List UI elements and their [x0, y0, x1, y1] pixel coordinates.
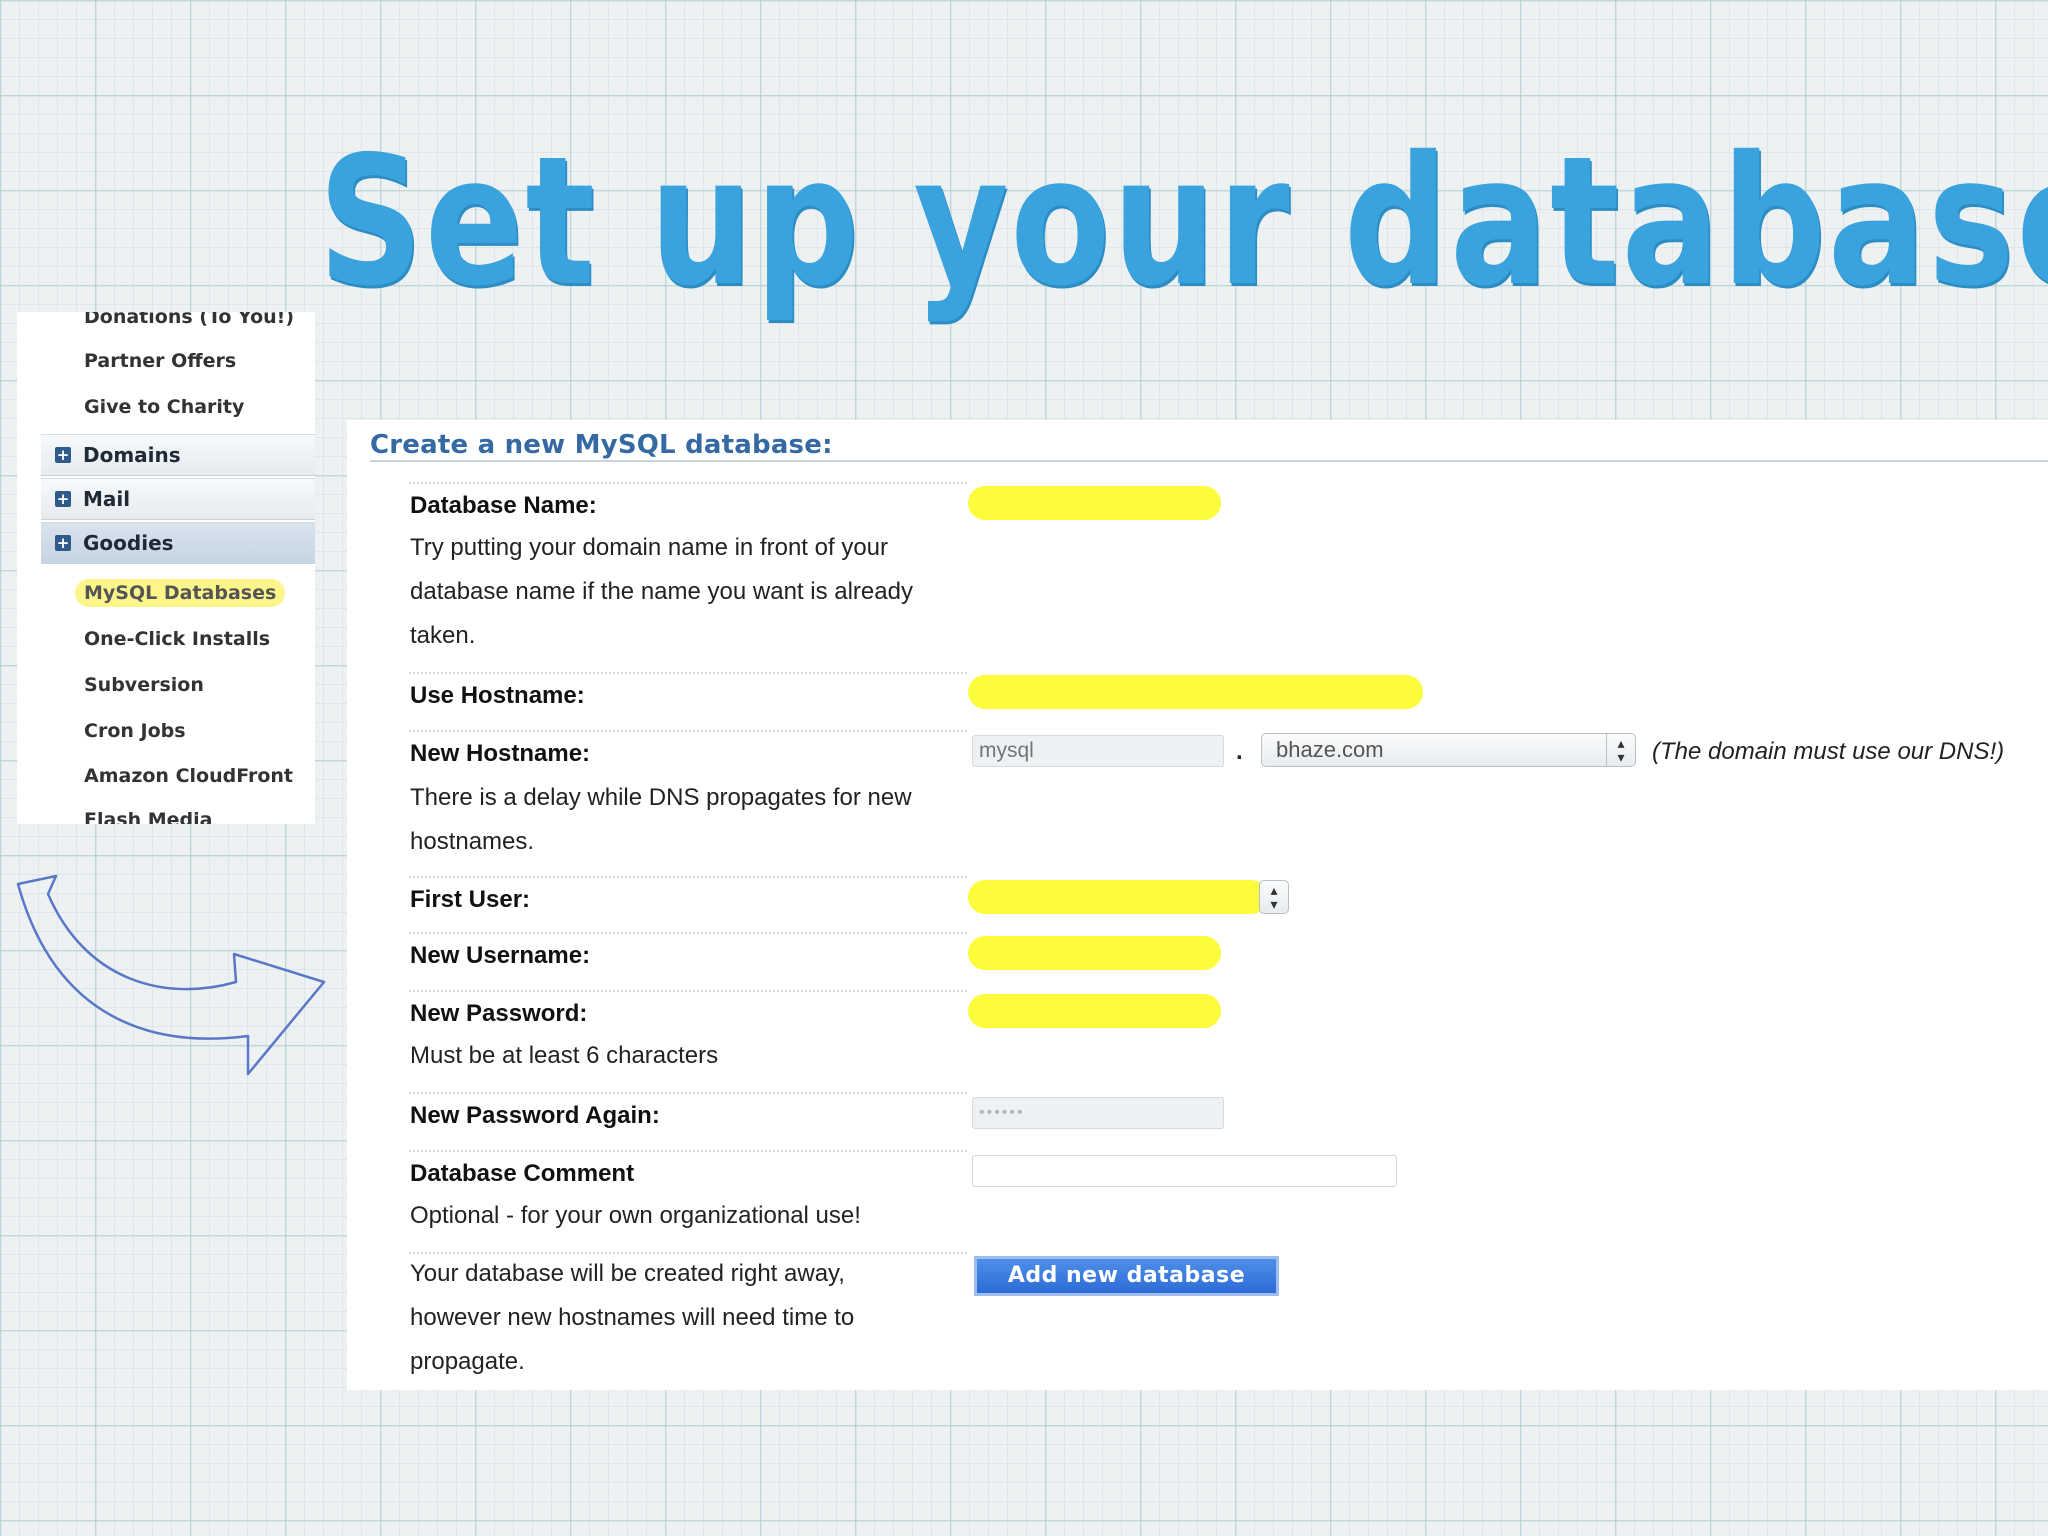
new-username-label: New Username:: [410, 942, 591, 969]
slide-title: Set up your database: [318, 118, 2048, 325]
sidebar-item-flash-media-partial[interactable]: Flash Media: [84, 809, 213, 824]
first-user-select[interactable]: [968, 880, 1268, 914]
domain-select[interactable]: bhaze.com ▴ ▾: [1261, 733, 1636, 767]
database-name-label: Database Name:: [410, 492, 597, 519]
new-password-again-input[interactable]: ••••••: [972, 1097, 1224, 1129]
add-database-button[interactable]: Add new database now!: [974, 1256, 1279, 1322]
curved-arrow-icon: [16, 874, 326, 1076]
sidebar-category-goodies[interactable]: + Goodies: [41, 522, 315, 564]
database-comment-help: Optional - for your own organizational u…: [410, 1202, 861, 1229]
new-password-input[interactable]: [968, 994, 1221, 1028]
sidebar-item-amazon-cloudfront[interactable]: Amazon CloudFront: [84, 765, 293, 787]
create-database-panel: Create a new MySQL database: Database Na…: [347, 420, 2048, 1390]
sidebar-category-label: Mail: [83, 487, 131, 511]
sidebar-item-subversion[interactable]: Subversion: [84, 674, 204, 696]
sidebar-item-cron-jobs[interactable]: Cron Jobs: [84, 720, 186, 742]
use-hostname-select[interactable]: [968, 675, 1423, 709]
hostname-separator: .: [1236, 738, 1243, 765]
row-divider: [409, 1150, 967, 1152]
database-comment-label: Database Comment: [410, 1160, 635, 1187]
new-password-label: New Password:: [410, 1000, 588, 1027]
select-arrows-icon: ▴ ▾: [1270, 882, 1278, 912]
sidebar-category-mail[interactable]: + Mail: [41, 478, 315, 520]
sidebar-category-label: Domains: [83, 443, 181, 467]
domain-select-value: bhaze.com: [1276, 737, 1384, 762]
database-comment-input[interactable]: [972, 1155, 1397, 1187]
new-username-input[interactable]: [968, 936, 1221, 970]
row-divider: [409, 482, 967, 484]
sidebar-category-label: Goodies: [83, 531, 174, 555]
row-divider: [409, 932, 967, 934]
collapse-icon: +: [55, 534, 71, 552]
database-name-input[interactable]: [968, 486, 1221, 520]
sidebar-item-mysql-databases[interactable]: MySQL Databases: [75, 579, 286, 607]
submit-help: Your database will be created right away…: [410, 1260, 855, 1375]
sidebar-item-give-to-charity[interactable]: Give to Charity: [84, 396, 244, 418]
new-password-help: Must be at least 6 characters: [410, 1042, 719, 1069]
dns-note: (The domain must use our DNS!): [1652, 738, 2005, 765]
heading-divider: [370, 460, 2048, 462]
new-hostname-input[interactable]: [972, 735, 1224, 767]
row-divider: [409, 730, 967, 732]
select-arrows-icon: ▴ ▾: [1606, 734, 1635, 766]
new-hostname-label: New Hostname:: [410, 740, 591, 767]
expand-plus-icon: +: [55, 446, 71, 464]
sidebar-category-domains[interactable]: + Domains: [41, 434, 315, 476]
row-divider: [409, 876, 967, 878]
new-password-again-label: New Password Again:: [410, 1102, 660, 1129]
first-user-select-arrows[interactable]: ▴ ▾: [1259, 880, 1289, 914]
new-hostname-help: There is a delay while DNS propagates fo…: [410, 784, 912, 855]
database-name-help: Try putting your domain name in front of…: [410, 534, 913, 649]
sidebar-item-donations-partial[interactable]: Donations (To You!): [84, 312, 294, 328]
sidebar-navigation: Donations (To You!) Partner Offers Give …: [17, 312, 315, 824]
sidebar-item-partner-offers[interactable]: Partner Offers: [84, 350, 236, 372]
row-divider: [409, 990, 967, 992]
use-hostname-label: Use Hostname:: [410, 682, 585, 709]
first-user-label: First User:: [410, 886, 531, 913]
panel-heading: Create a new MySQL database:: [370, 430, 833, 460]
active-item-highlight: MySQL Databases: [75, 579, 286, 607]
row-divider: [409, 672, 967, 674]
row-divider: [409, 1092, 967, 1094]
expand-plus-icon: +: [55, 490, 71, 508]
sidebar-item-one-click-installs[interactable]: One-Click Installs: [84, 628, 270, 650]
